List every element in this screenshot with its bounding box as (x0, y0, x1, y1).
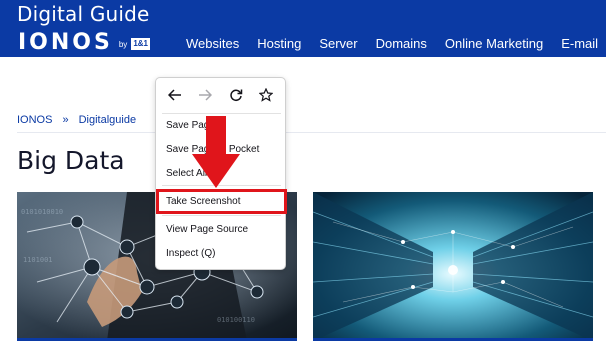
svg-text:0101010010: 0101010010 (21, 208, 63, 216)
breadcrumb-divider (17, 132, 606, 133)
ionos-logo[interactable]: IONOS by 1&1 (18, 29, 150, 55)
nav-item-websites[interactable]: Websites (186, 36, 239, 51)
back-arrow-icon[interactable] (164, 84, 186, 106)
breadcrumb-digitalguide[interactable]: Digitalguide (79, 114, 136, 126)
menu-separator (162, 215, 281, 216)
take-screenshot-highlight (156, 189, 287, 214)
nav-item-email[interactable]: E-mail (561, 36, 598, 51)
image-underline (313, 338, 593, 341)
logo-brand: 1&1 (131, 37, 150, 50)
nav-item-hosting[interactable]: Hosting (257, 36, 301, 51)
logo-by: by (118, 40, 128, 49)
svg-text:010100110: 010100110 (217, 316, 255, 324)
menu-item-inspect[interactable]: Inspect (Q) (166, 248, 215, 259)
nav-item-server[interactable]: Server (319, 36, 357, 51)
image-underline (17, 338, 297, 341)
main-nav: Websites Hosting Server Domains Online M… (186, 36, 598, 51)
nav-item-online-marketing[interactable]: Online Marketing (445, 36, 543, 51)
reload-icon[interactable] (225, 84, 247, 106)
forward-arrow-icon[interactable] (194, 84, 216, 106)
svg-text:1101001: 1101001 (23, 256, 53, 264)
breadcrumb-separator: » (62, 114, 69, 126)
breadcrumb: IONOS » Digitalguide (17, 114, 146, 126)
logo-text: IONOS (18, 29, 113, 55)
site-header: Digital Guide IONOS by 1&1 Websites Host… (0, 0, 606, 57)
breadcrumb-ionos[interactable]: IONOS (17, 114, 52, 126)
bookmark-star-icon[interactable] (255, 84, 277, 106)
red-down-arrow-icon (192, 116, 240, 188)
menu-separator (162, 113, 281, 114)
context-menu-navigation (156, 78, 285, 112)
site-title[interactable]: Digital Guide (17, 2, 150, 26)
nav-item-domains[interactable]: Domains (376, 36, 427, 51)
menu-item-view-page-source[interactable]: View Page Source (166, 224, 248, 235)
server-room-illustration (313, 192, 593, 341)
browser-page: Digital Guide IONOS by 1&1 Websites Host… (0, 0, 606, 352)
page-title: Big Data (17, 146, 125, 175)
article-image-server-room[interactable] (313, 192, 593, 341)
